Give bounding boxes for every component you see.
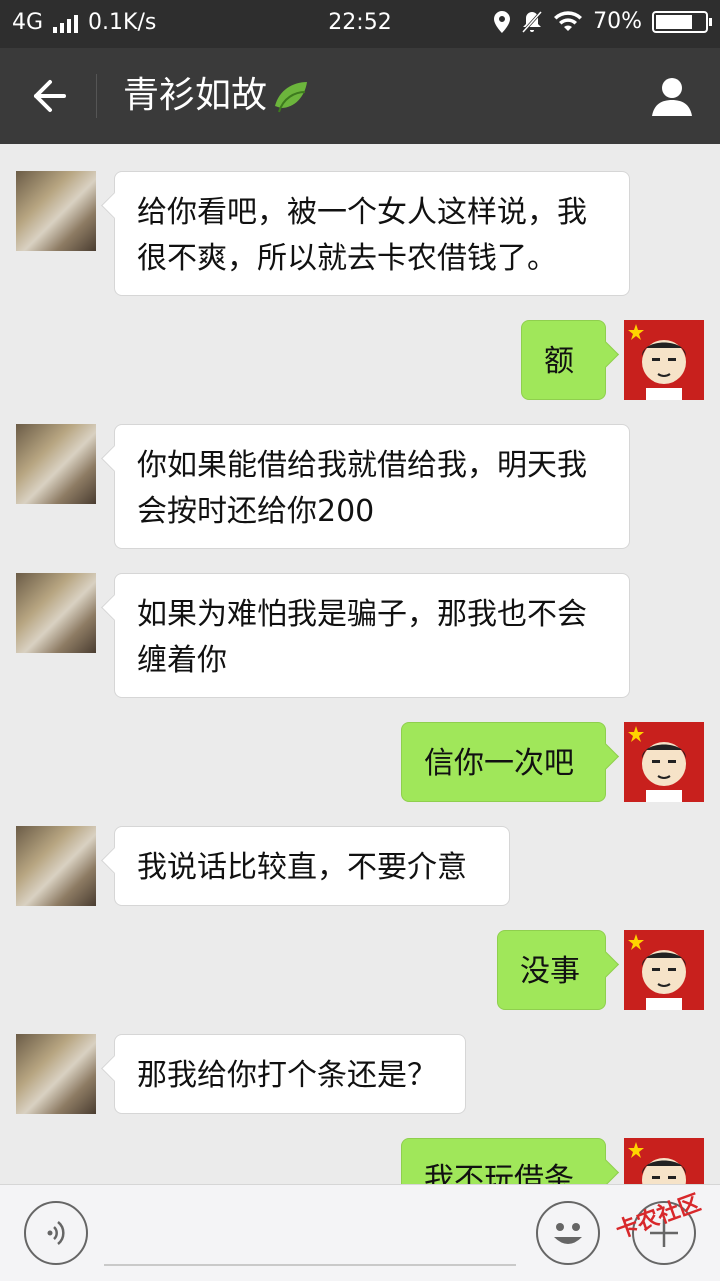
message-text: 给你看吧，被一个女人这样说，我很不爽，所以就去卡农借钱了。	[137, 195, 587, 276]
message-bubble-sent[interactable]: 信你一次吧	[401, 722, 606, 802]
message-bubble-received[interactable]: 我说话比较直，不要介意	[114, 826, 510, 906]
message-input[interactable]	[104, 1264, 516, 1266]
chat-title: 青衫如故	[123, 74, 311, 118]
status-bar: 4G 0.1K/s 22:52 70%	[0, 0, 720, 48]
avatar-cartoon-icon	[628, 726, 686, 802]
input-bar	[0, 1184, 720, 1281]
avatar-cartoon-icon	[628, 934, 686, 1010]
contact-avatar[interactable]	[16, 573, 96, 653]
message-bubble-received[interactable]: 你如果能借给我就借给我，明天我会按时还给你200	[114, 424, 630, 549]
wifi-icon	[554, 10, 583, 31]
mute-bell-icon	[521, 10, 543, 33]
message-bubble-received[interactable]: 给你看吧，被一个女人这样说，我很不爽，所以就去卡农借钱了。	[114, 171, 630, 296]
battery-percent: 70%	[593, 9, 642, 34]
user-profile-icon[interactable]	[650, 74, 694, 118]
contact-avatar[interactable]	[16, 1034, 96, 1114]
voice-icon[interactable]	[24, 1201, 88, 1265]
chat-area[interactable]: 给你看吧，被一个女人这样说，我很不爽，所以就去卡农借钱了。 额 你如果能借给我就…	[0, 144, 720, 1184]
my-avatar[interactable]	[624, 1138, 704, 1184]
chat-title-text: 青衫如故	[123, 75, 268, 116]
avatar-cartoon-icon	[628, 1142, 686, 1184]
avatar-cartoon-icon	[628, 324, 686, 400]
my-avatar[interactable]	[624, 930, 704, 1010]
message-bubble-sent[interactable]: 我不玩借条	[401, 1138, 606, 1184]
message-text: 没事	[520, 954, 580, 989]
message-bubble-sent[interactable]: 没事	[497, 930, 606, 1010]
emoji-icon[interactable]	[536, 1201, 600, 1265]
message-text: 你如果能借给我就借给我，明天我会按时还给你200	[137, 448, 587, 529]
my-avatar[interactable]	[624, 320, 704, 400]
nav-separator	[96, 74, 97, 118]
message-text: 额	[544, 344, 574, 379]
my-avatar[interactable]	[624, 722, 704, 802]
nav-bar: 青衫如故	[0, 48, 720, 144]
message-text: 信你一次吧	[424, 746, 574, 781]
message-bubble-sent[interactable]: 额	[521, 320, 606, 400]
battery-icon	[652, 10, 712, 33]
message-bubble-received[interactable]: 那我给你打个条还是？	[114, 1034, 466, 1114]
location-icon	[494, 10, 511, 33]
contact-avatar[interactable]	[16, 171, 96, 251]
message-text: 我不玩借条	[424, 1162, 574, 1184]
leaf-icon	[275, 82, 308, 113]
contact-avatar[interactable]	[16, 424, 96, 504]
message-text: 我说话比较直，不要介意	[137, 850, 467, 885]
message-text: 那我给你打个条还是？	[137, 1058, 437, 1093]
message-text: 如果为难怕我是骗子，那我也不会缠着你	[137, 597, 587, 678]
contact-avatar[interactable]	[16, 826, 96, 906]
status-right: 70%	[493, 9, 712, 34]
message-bubble-received[interactable]: 如果为难怕我是骗子，那我也不会缠着你	[114, 573, 630, 698]
back-arrow-icon[interactable]	[26, 74, 70, 118]
